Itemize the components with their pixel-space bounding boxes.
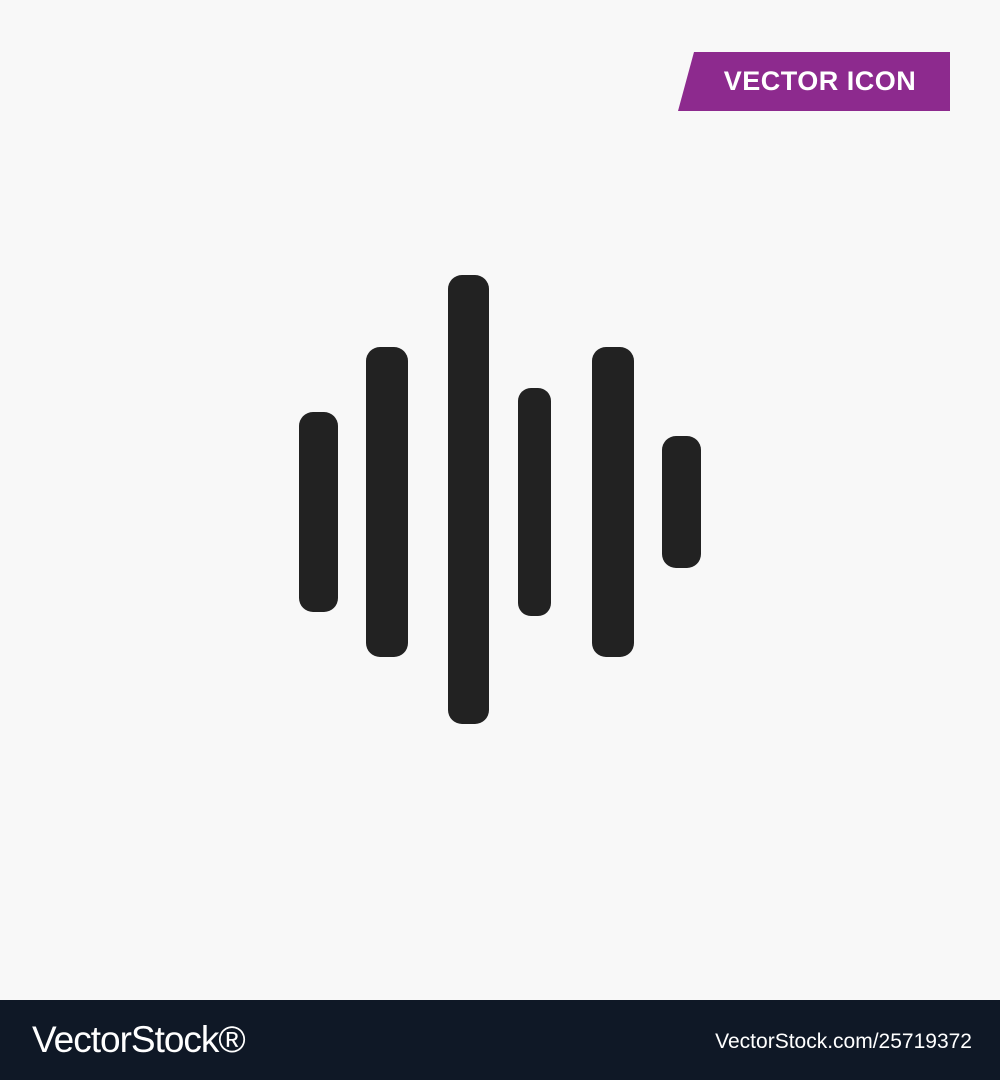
wave-bar: [518, 388, 551, 616]
wave-bar: [448, 275, 489, 724]
wave-bar: [299, 412, 338, 612]
wave-bar: [592, 347, 634, 657]
footer-bar: VectorStock® VectorStock.com/25719372: [0, 1000, 1000, 1080]
image-canvas: VECTOR ICON: [0, 0, 1000, 1000]
vectorstock-logo: VectorStock®: [32, 1019, 246, 1060]
wave-bar: [662, 436, 701, 568]
image-id-label: VectorStock.com/25719372: [715, 1030, 972, 1053]
sound-wave-icon: [299, 275, 701, 724]
wave-bar: [366, 347, 408, 657]
